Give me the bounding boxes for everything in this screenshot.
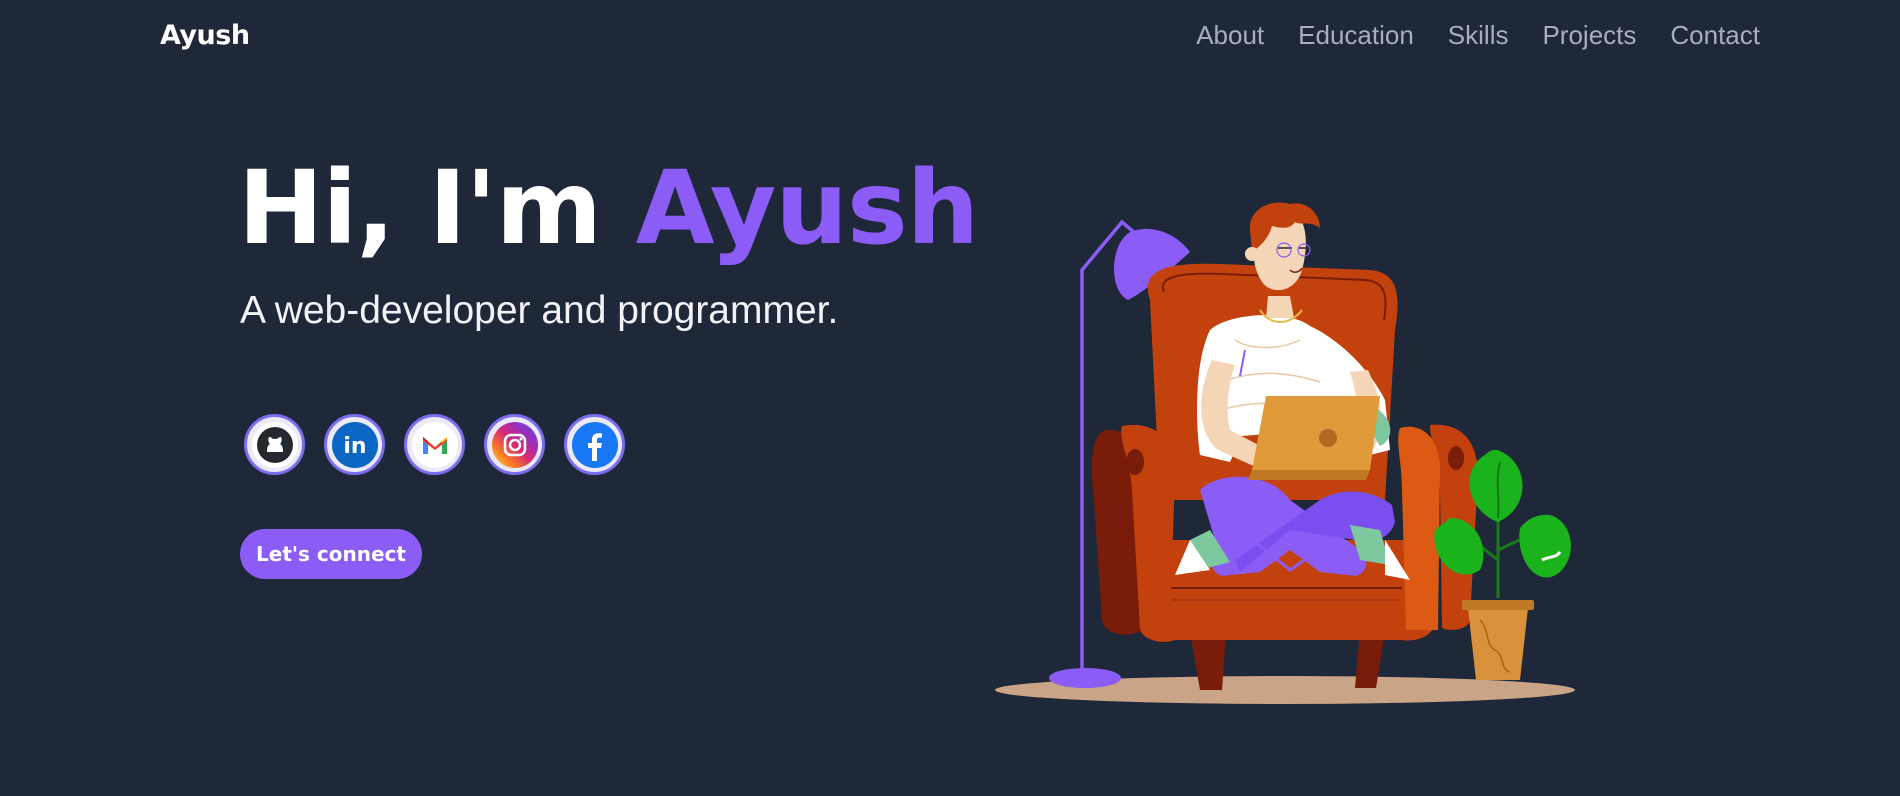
facebook-icon bbox=[571, 421, 618, 468]
social-links: in bbox=[244, 414, 625, 475]
svg-text:in: in bbox=[343, 434, 366, 459]
hero-name: Ayush bbox=[635, 149, 980, 268]
instagram-icon bbox=[491, 421, 538, 468]
armchair-left-arm bbox=[1091, 424, 1175, 635]
page: Ayush About Education Skills Projects Co… bbox=[0, 0, 1900, 796]
person bbox=[1175, 202, 1410, 580]
hero-subtitle: A web-developer and programmer. bbox=[240, 289, 839, 332]
nav-link-contact[interactable]: Contact bbox=[1670, 20, 1760, 51]
lets-connect-button[interactable]: Let's connect bbox=[240, 529, 422, 579]
linkedin-link[interactable]: in bbox=[324, 414, 385, 475]
laptop bbox=[1252, 396, 1380, 470]
github-link[interactable] bbox=[244, 414, 305, 475]
instagram-link[interactable] bbox=[484, 414, 545, 475]
gmail-icon bbox=[411, 421, 458, 468]
hero-greeting: Hi, I'm bbox=[238, 149, 636, 268]
brand-logo[interactable]: Ayush bbox=[160, 20, 250, 51]
nav-link-projects[interactable]: Projects bbox=[1542, 20, 1636, 51]
nav-link-skills[interactable]: Skills bbox=[1448, 20, 1509, 51]
nav-link-about[interactable]: About bbox=[1196, 20, 1264, 51]
nav-links: About Education Skills Projects Contact bbox=[1196, 20, 1760, 51]
gmail-link[interactable] bbox=[404, 414, 465, 475]
facebook-link[interactable] bbox=[564, 414, 625, 475]
github-icon bbox=[251, 421, 298, 468]
developer-armchair-illustration bbox=[995, 202, 1575, 704]
nav-link-education[interactable]: Education bbox=[1298, 20, 1414, 51]
top-nav: Ayush About Education Skills Projects Co… bbox=[0, 0, 1900, 72]
linkedin-icon: in bbox=[331, 421, 378, 468]
hero-title: Hi, I'm Ayush bbox=[238, 158, 979, 260]
